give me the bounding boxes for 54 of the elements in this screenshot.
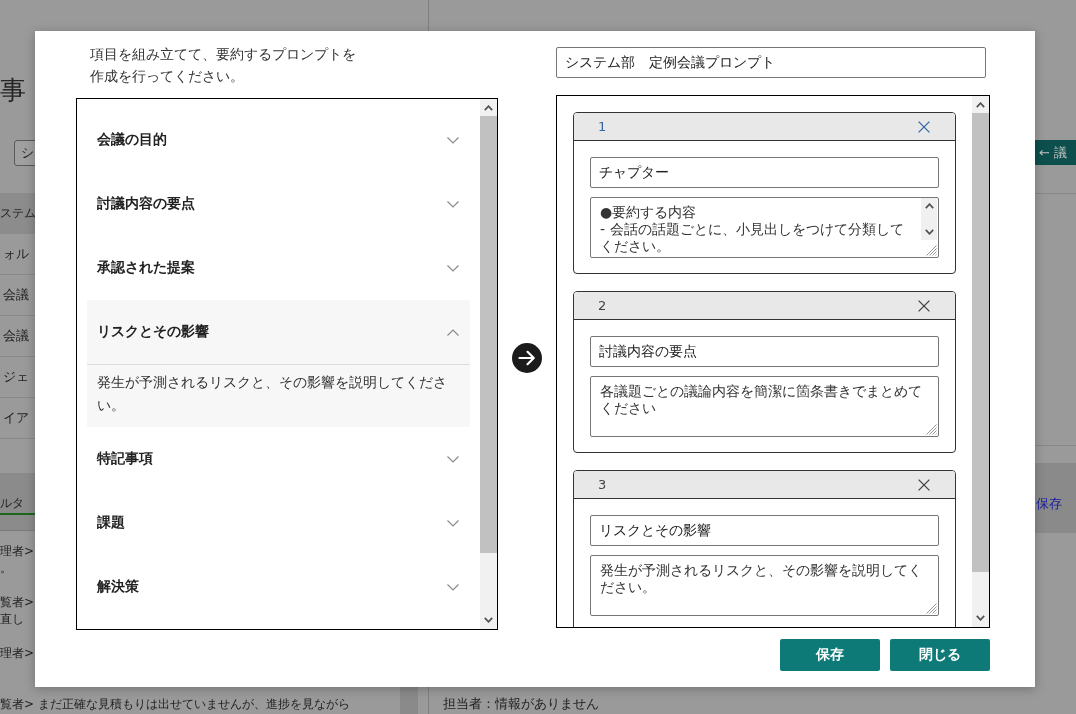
chevron-down-icon [447, 455, 459, 463]
chevron-down-icon [447, 200, 459, 208]
chevron-down-icon [447, 519, 459, 527]
textarea-field[interactable]: 発生が予測されるリスクと、その影響を説明してください。 [590, 555, 939, 616]
page-title: 事 [0, 74, 26, 107]
chevron-down-icon [447, 136, 459, 144]
title-input[interactable]: 討議内容の要点 [590, 336, 939, 367]
close-icon[interactable] [918, 299, 930, 312]
comment-line: 直し [0, 611, 25, 628]
accordion-header[interactable]: 会議の目的 [87, 108, 470, 172]
card-number: 2 [598, 298, 607, 313]
caret-down-icon[interactable] [924, 229, 934, 235]
caret-down-icon[interactable] [484, 617, 493, 623]
chapter-card[interactable]: 3 リスクとその影響 発生が予測されるリスクと、その影響を説明してください。 [573, 470, 956, 627]
accordion-header[interactable]: 解決策 [87, 555, 470, 619]
chevron-up-icon [447, 328, 459, 336]
save-button[interactable]: 保存 [780, 639, 880, 671]
scrollbar-thumb[interactable] [480, 116, 497, 553]
detail-text: 担当者：情報がありません [442, 695, 600, 712]
caret-up-icon[interactable] [484, 105, 493, 111]
chapter-card[interactable]: 1 チャプター ●要約する内容 - 会話の話題ごとに、小見出しをつけて分類してください。 [573, 112, 956, 274]
textarea-field[interactable]: ●要約する内容 - 会話の話題ごとに、小見出しをつけて分類してください。 [590, 197, 939, 258]
comment-line: 。 [0, 560, 13, 577]
caret-down-icon[interactable] [976, 615, 985, 621]
caret-up-icon[interactable] [976, 102, 985, 108]
close-button[interactable]: 閉じる [890, 639, 990, 671]
card-number: 3 [598, 477, 607, 492]
arrow-right-icon [512, 343, 542, 373]
back-button[interactable]: ← 議 [1032, 140, 1076, 165]
comment-line: 理者> [0, 543, 36, 560]
accordion-header[interactable]: 承認された提案 [87, 236, 470, 300]
chevron-down-icon [447, 583, 459, 591]
comment-line: 覧者> [0, 594, 36, 611]
accordion-header[interactable]: 課題 [87, 491, 470, 555]
textarea-field[interactable]: 各議題ごとの議論内容を簡潔に箇条書きでまとめてください [590, 376, 939, 437]
resize-grip-icon[interactable] [926, 245, 937, 256]
comment-line: 覧者> まだ正確な見積もりは出せていませんが、進捗を見ながら [0, 696, 351, 713]
close-icon[interactable] [918, 478, 930, 491]
accordion-header[interactable]: リスクとその影響 [87, 300, 470, 364]
resize-grip-icon[interactable] [926, 603, 937, 614]
accordion-header[interactable]: 特記事項 [87, 427, 470, 491]
title-input[interactable]: チャプター [590, 157, 939, 188]
chapter-card[interactable]: 2 討議内容の要点 各議題ごとの議論内容を簡潔に箇条書きでまとめてください [573, 291, 956, 453]
comment-line: 理者> [0, 645, 36, 662]
card-number: 1 [598, 119, 607, 134]
instruction-text: 項目を組み立てて、要約するプロンプトを作成を行ってください。 [90, 45, 357, 86]
save-link[interactable]: 保存 [1036, 494, 1076, 514]
chevron-down-icon [447, 264, 459, 272]
section-description: 発生が予測されるリスクと、その影響を説明してください。 [87, 364, 470, 427]
caret-up-icon[interactable] [924, 203, 934, 209]
close-icon[interactable] [918, 120, 930, 133]
resize-grip-icon[interactable] [926, 424, 937, 435]
name-input[interactable]: システム部 定例会議プロンプト [556, 47, 986, 78]
title-input[interactable]: リスクとその影響 [590, 515, 939, 546]
